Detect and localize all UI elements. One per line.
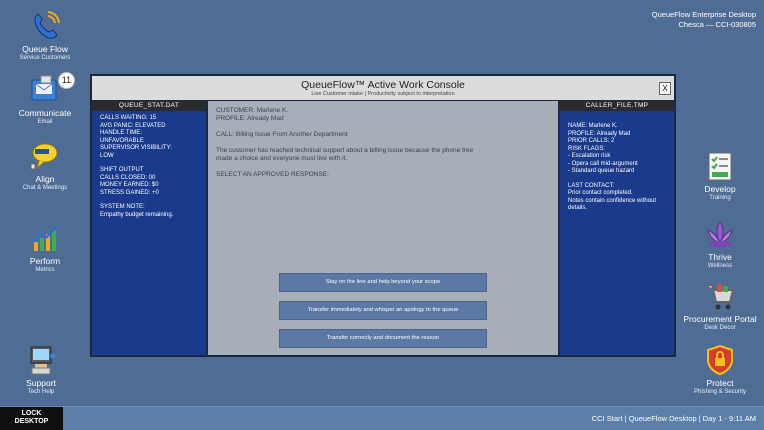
work-console-window: QueueFlow™ Active Work Console Live Cust… (90, 74, 676, 357)
stress-gained: STRESS GAINED: +0 (100, 189, 159, 196)
icon-label: Support (26, 378, 56, 388)
lotus-icon (704, 218, 736, 250)
close-button[interactable]: X (659, 82, 671, 95)
last-contact-line: Prior contact completed. (568, 190, 633, 196)
desktop-icon-align[interactable]: Align Chat & Meetings (0, 140, 90, 192)
phone-icon (29, 10, 61, 42)
icon-label: Procurement Portal (683, 314, 757, 324)
lock-desktop-button[interactable]: LOCK DESKTOP (0, 407, 63, 430)
shift-output-heading: SHIFT OUTPUT (100, 167, 144, 173)
risk-flag: - Standard queue hazard (568, 168, 635, 174)
panel-header: CALLER_FILE.TMP (560, 101, 674, 111)
calls-closed: CALLS CLOSED: 00 (100, 174, 156, 181)
last-contact-line: Notes contain confidence without (568, 197, 657, 204)
call-description-line: made a choice and everyone must live wit… (216, 155, 348, 162)
taskbar-status: CCI Start | QueueFlow Desktop | Day 1 - … (591, 414, 756, 423)
icon-label: Protect (706, 378, 734, 388)
icon-label: Thrive (708, 252, 732, 262)
lock-label-line: DESKTOP (14, 418, 49, 425)
shield-icon (704, 344, 736, 376)
icon-sublabel: Chat & Meetings (22, 185, 68, 191)
call-subject: CALL: Billing Issue From Another Departm… (216, 131, 348, 138)
icon-label: Perform (29, 256, 61, 266)
desktop-icon-communicate[interactable]: 11 Communicate Email (0, 72, 90, 126)
desktop-watermark: QueueFlow Enterprise Desktop Chesca — CC… (652, 10, 756, 30)
customer-name: CUSTOMER: Marlene K. (216, 107, 289, 114)
icon-sublabel: Service Customers (19, 55, 71, 61)
response-button-transfer-apology[interactable]: Transfer immediately and whisper an apol… (279, 301, 487, 320)
risk-flags-heading: RISK FLAGS: (568, 145, 606, 152)
desktop-icon-protect[interactable]: Protect Phishing & Security (675, 344, 764, 396)
icon-sublabel: Training (709, 195, 731, 201)
money-earned: MONEY EARNED: $0 (100, 182, 159, 188)
calls-waiting: CALLS WAITING: 15 (100, 115, 157, 121)
caller-name: NAME: Marlene K. (568, 123, 618, 129)
risk-flag: - Escalation risk (568, 153, 611, 159)
customer-profile: PROFILE: Already Mad (216, 115, 284, 122)
caller-file-panel: CALLER_FILE.TMP NAME: Marlene K. PROFILE… (560, 101, 674, 355)
user-id-label: Chesca — CCI-030805 (678, 20, 756, 29)
avg-panic: AVG PANIC: ELEVATED (100, 122, 166, 129)
icon-sublabel: Wellness (707, 263, 733, 269)
icon-label: Align (35, 174, 55, 184)
chart-icon (29, 222, 61, 254)
icon-sublabel: Email (37, 119, 53, 125)
supervisor-visibility: SUPERVISOR VISIBILITY: (100, 145, 172, 151)
enterprise-label: QueueFlow Enterprise Desktop (651, 10, 756, 19)
icon-label: Develop (704, 184, 736, 194)
icon-sublabel: Phishing & Security (693, 389, 747, 395)
desktop-icon-procurement[interactable]: Procurement Portal Desk Decor (675, 280, 764, 332)
panel-header: QUEUE_STAT.DAT (92, 101, 206, 111)
system-note-heading: SYSTEM NOTE: (100, 204, 145, 210)
desktop-icon-thrive[interactable]: Thrive Wellness (675, 218, 764, 270)
response-button-transfer-document[interactable]: Transfer correctly and document the reas… (279, 329, 487, 348)
icon-label: Queue Flow (22, 44, 68, 54)
desktop-icon-queueflow[interactable]: Queue Flow Service Customers (0, 10, 90, 62)
last-contact-line: details. (568, 205, 588, 211)
cart-icon (704, 280, 736, 312)
icon-sublabel: Metrics (35, 267, 55, 273)
handle-time-value: UNFAVORABLE (100, 137, 144, 144)
window-title: QueueFlow™ Active Work Console (301, 79, 465, 91)
call-panel: CUSTOMER: Marlene K. PROFILE: Already Ma… (208, 101, 558, 355)
caller-profile: PROFILE: Already Mad (568, 130, 631, 137)
icon-label: Communicate (18, 108, 72, 118)
lock-label-line: LOCK (21, 410, 42, 417)
taskbar: LOCK DESKTOP CCI Start | QueueFlow Deskt… (0, 406, 764, 430)
system-note: Empathy budget remaining. (100, 211, 174, 218)
chat-icon (29, 140, 61, 172)
response-button-help[interactable]: Stay on the line and help beyond your sc… (279, 273, 487, 292)
mail-icon: 11 (29, 72, 75, 106)
window-subtitle: Live Customer intake | Productivity subj… (311, 91, 455, 97)
risk-flag: - Opera call mid-argument (568, 160, 638, 167)
desktop-icon-develop[interactable]: Develop Training (675, 150, 764, 202)
response-prompt: SELECT AN APPROVED RESPONSE: (216, 171, 329, 178)
desktop-icon-support[interactable]: Support Tech Help (0, 344, 86, 396)
queue-stat-panel: QUEUE_STAT.DAT CALLS WAITING: 15 AVG PAN… (92, 101, 206, 355)
checklist-icon (704, 150, 736, 182)
computer-icon (25, 344, 57, 376)
supervisor-visibility-value: LOW (100, 152, 114, 159)
icon-sublabel: Desk Decor (704, 325, 736, 331)
handle-time: HANDLE TIME: (100, 130, 142, 136)
desktop-icon-perform[interactable]: Perform Metrics (0, 222, 90, 274)
last-contact-heading: LAST CONTACT: (568, 182, 615, 189)
prior-calls: PRIOR CALLS: 2 (568, 138, 615, 144)
icon-sublabel: Tech Help (27, 389, 55, 395)
window-titlebar[interactable]: QueueFlow™ Active Work Console Live Cust… (92, 76, 674, 100)
unread-badge: 11 (58, 72, 75, 89)
call-description-line: The customer has reached technical suppo… (216, 147, 474, 154)
